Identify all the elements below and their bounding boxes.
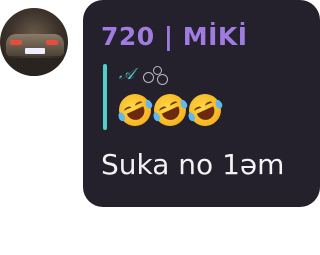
reply-author: 𝒜 (119, 64, 135, 83)
message-bubble[interactable]: 720 | MİKİ 𝒜 Suka no 1əm (83, 0, 320, 207)
bubbles-icon (143, 66, 169, 85)
avatar-plate (25, 48, 45, 54)
avatar-road (0, 58, 68, 76)
reply-emoji-row (113, 88, 227, 132)
message-text: Suka no 1əm (101, 148, 285, 181)
reply-accent-bar (103, 64, 107, 130)
reply-quote[interactable]: 𝒜 (103, 64, 303, 132)
rolling-laughing-emoji-icon (183, 88, 227, 132)
sender-name[interactable]: 720 | MİKİ (101, 22, 248, 51)
rolling-laughing-emoji-icon (113, 88, 157, 132)
avatar-taillight-left (10, 40, 22, 45)
avatar-taillight-right (46, 40, 58, 45)
rolling-laughing-emoji-icon (148, 88, 192, 132)
sender-avatar[interactable] (0, 8, 68, 76)
